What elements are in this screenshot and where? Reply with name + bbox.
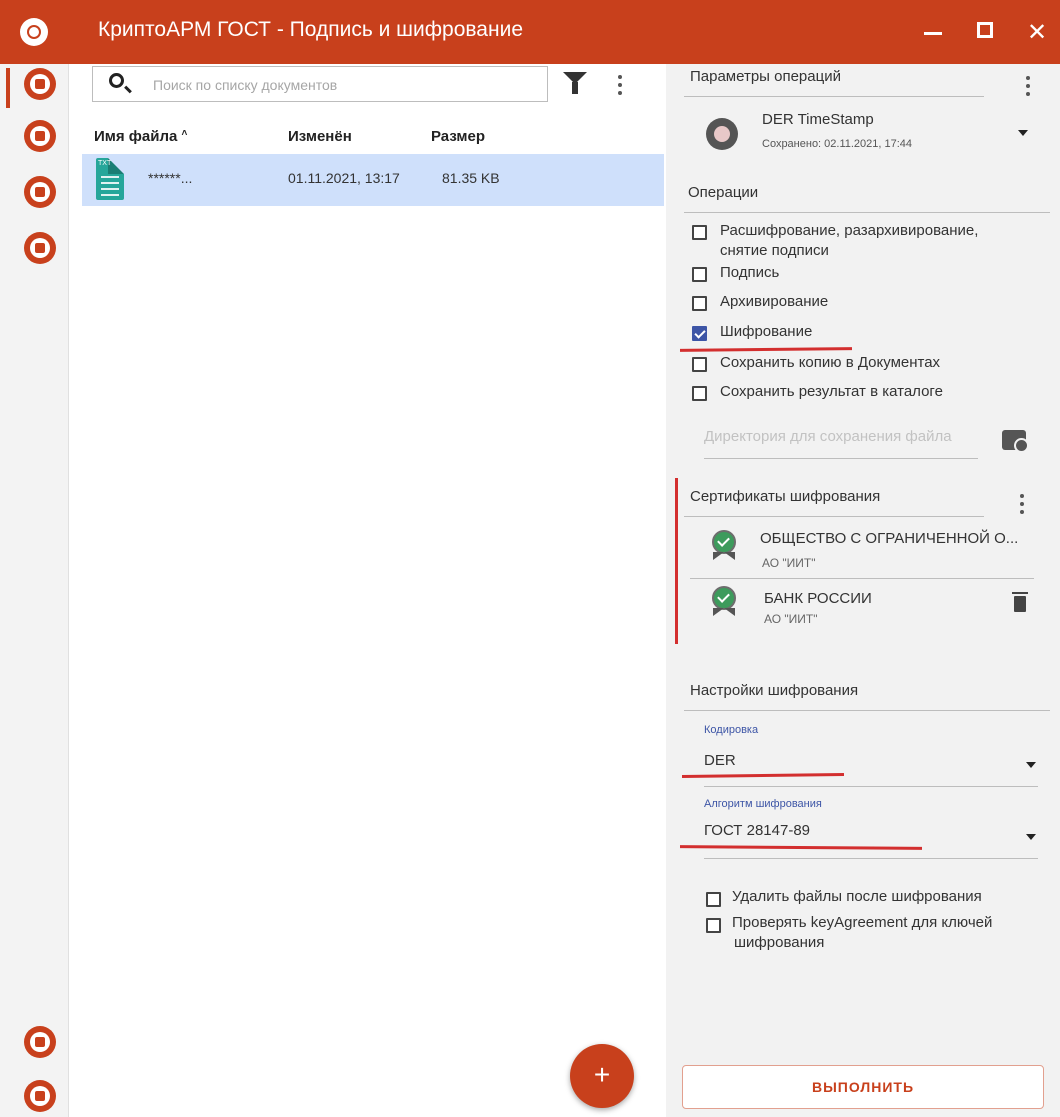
- add-file-button[interactable]: +: [570, 1044, 634, 1108]
- divider: [704, 786, 1038, 787]
- sidebar: [0, 64, 69, 1117]
- gear-icon: [706, 118, 738, 150]
- more-vert-icon[interactable]: [617, 75, 623, 99]
- divider: [684, 96, 984, 97]
- annotation-bar: [675, 478, 678, 644]
- encoding-select[interactable]: DER: [704, 752, 736, 769]
- operations-heading: Операции: [688, 184, 759, 201]
- file-size: 81.35 KB: [442, 170, 500, 186]
- enc-settings-heading: Настройки шифрования: [690, 682, 859, 699]
- checkbox-delete-files-label: Удалить файлы после шифрования: [732, 888, 982, 905]
- checkbox-archive-label: Архивирование: [720, 293, 829, 310]
- certificates-icon[interactable]: [24, 176, 56, 208]
- certificate-icon: [710, 530, 738, 564]
- profile-dropdown-icon[interactable]: [1018, 130, 1028, 136]
- divider: [684, 516, 984, 517]
- documents-icon[interactable]: [24, 120, 56, 152]
- title-bar: КриптоАРМ ГОСТ - Подпись и шифрование ✕: [0, 0, 1060, 64]
- algorithm-label: Алгоритм шифрования: [704, 798, 822, 810]
- search-box: [92, 66, 548, 102]
- list-item[interactable]: ОБЩЕСТВО С ОГРАНИЧЕННОЙ О... АО "ИИТ": [690, 520, 1036, 576]
- certs-more-icon[interactable]: [1019, 494, 1025, 518]
- checkbox-save-result[interactable]: [692, 386, 707, 401]
- save-directory-input[interactable]: Директория для сохранения файла: [704, 428, 952, 445]
- checkbox-delete-files[interactable]: [706, 892, 721, 907]
- contacts-icon[interactable]: [24, 232, 56, 264]
- checkbox-decrypt-label: Расшифрование, разархивирование,: [720, 222, 979, 239]
- exit-icon[interactable]: [24, 1080, 56, 1112]
- dropdown-arrow-icon[interactable]: [1026, 762, 1036, 768]
- checkbox-decrypt[interactable]: [692, 225, 707, 240]
- sort-indicator: ˄: [181, 128, 188, 139]
- divider: [690, 578, 1034, 579]
- minimize-button[interactable]: [916, 16, 950, 50]
- folder-icon[interactable]: [1002, 430, 1029, 453]
- run-button[interactable]: ВЫПОЛНИТЬ: [682, 1065, 1044, 1109]
- checkbox-key-agreement-label: Проверять keyAgreement для ключей: [732, 914, 993, 931]
- table-row[interactable]: TXT ******... 01.11.2021, 13:17 81.35 KB: [82, 154, 664, 206]
- params-more-icon[interactable]: [1025, 76, 1031, 100]
- divider: [704, 458, 978, 459]
- txt-file-icon: TXT: [96, 158, 124, 200]
- window-title: КриптоАРМ ГОСТ - Подпись и шифрование: [98, 18, 523, 41]
- checkbox-save-copy[interactable]: [692, 357, 707, 372]
- sign-icon[interactable]: [24, 68, 56, 100]
- checkbox-save-result-label: Сохранить результат в каталоге: [720, 383, 943, 400]
- filter-icon[interactable]: [563, 72, 587, 94]
- profile-name[interactable]: DER TimeStamp: [762, 111, 874, 128]
- encoding-label: Кодировка: [704, 724, 759, 736]
- cert-name: ОБЩЕСТВО С ОГРАНИЧЕННОЙ О...: [760, 530, 1019, 547]
- search-icon: [109, 73, 124, 88]
- cert-issuer: АО "ИИТ": [764, 612, 818, 626]
- checkbox-sign-label: Подпись: [720, 264, 780, 281]
- certs-heading: Сертификаты шифрования: [690, 488, 881, 505]
- profile-saved-time: Сохранено: 02.11.2021, 17:44: [762, 138, 913, 150]
- divider: [684, 212, 1050, 213]
- cert-issuer: АО "ИИТ": [762, 556, 816, 570]
- events-icon[interactable]: [24, 1026, 56, 1058]
- cert-name: БАНК РОССИИ: [764, 590, 872, 607]
- app-logo-icon: [20, 18, 48, 46]
- checkbox-key-agreement-label-line2: шифрования: [734, 934, 825, 951]
- search-input[interactable]: [151, 71, 535, 99]
- checkbox-decrypt-label-line2: снятие подписи: [720, 242, 829, 259]
- sidebar-active-indicator: [6, 68, 10, 108]
- algorithm-select[interactable]: ГОСТ 28147-89: [704, 822, 810, 839]
- checkbox-archive[interactable]: [692, 296, 707, 311]
- divider: [704, 858, 1038, 859]
- list-item[interactable]: БАНК РОССИИ АО "ИИТ": [690, 580, 1036, 632]
- checkbox-key-agreement[interactable]: [706, 918, 721, 933]
- checkbox-encrypt-label: Шифрование: [720, 323, 813, 340]
- maximize-button[interactable]: [968, 16, 1002, 50]
- params-heading: Параметры операций: [690, 68, 841, 85]
- divider: [684, 710, 1050, 711]
- close-button[interactable]: ✕: [1020, 16, 1054, 50]
- column-header-name[interactable]: Имя файла ˄: [94, 128, 187, 145]
- trash-icon[interactable]: [1012, 592, 1028, 612]
- file-modified: 01.11.2021, 13:17: [288, 170, 400, 186]
- minimize-icon: [924, 32, 942, 35]
- column-header-modified[interactable]: Изменён: [288, 128, 352, 145]
- checkbox-encrypt[interactable]: [692, 326, 707, 341]
- file-name: ******...: [148, 170, 193, 186]
- certificate-icon: [710, 586, 738, 620]
- checkbox-sign[interactable]: [692, 267, 707, 282]
- column-header-size[interactable]: Размер: [431, 128, 485, 145]
- dropdown-arrow-icon[interactable]: [1026, 834, 1036, 840]
- maximize-icon: [977, 22, 993, 38]
- checkbox-save-copy-label: Сохранить копию в Документах: [720, 354, 941, 371]
